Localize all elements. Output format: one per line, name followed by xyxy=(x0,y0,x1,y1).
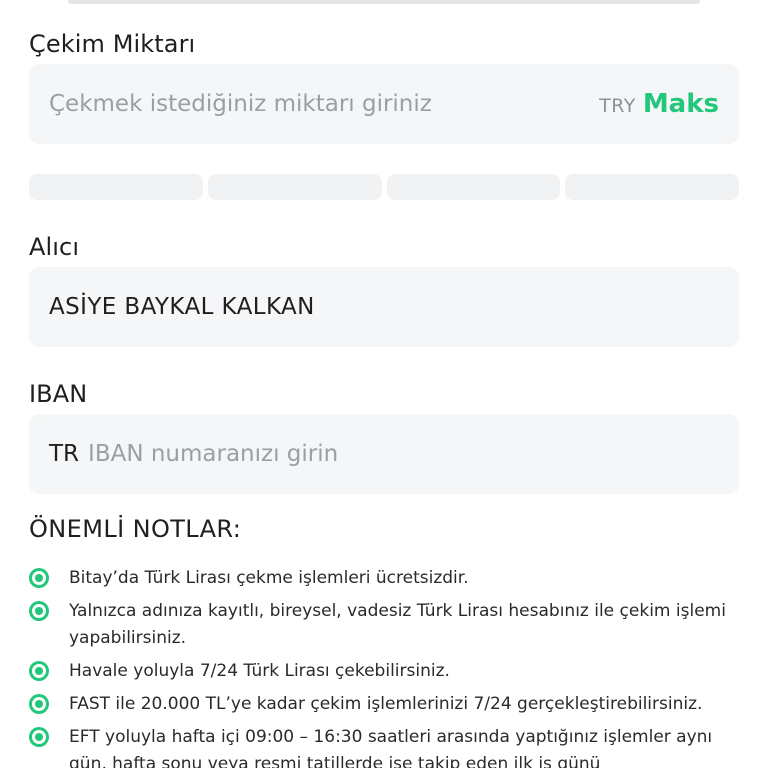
quick-amount-chip[interactable] xyxy=(29,174,203,200)
note-item: FAST ile 20.000 TL’ye kadar çekim işleml… xyxy=(29,691,749,718)
top-divider xyxy=(68,0,700,4)
withdraw-form: Çekim Miktarı TRY Maks Alıcı ASİYE BAYKA… xyxy=(0,0,768,768)
recipient-field: ASİYE BAYKAL KALKAN xyxy=(29,267,739,347)
radio-dot-icon xyxy=(29,661,49,681)
max-amount-button[interactable]: Maks xyxy=(643,89,719,119)
note-item: Yalnızca adınıza kayıtlı, bireysel, vade… xyxy=(29,598,749,652)
note-text: Bitay’da Türk Lirası çekme işlemleri ücr… xyxy=(69,568,469,588)
amount-label: Çekim Miktarı xyxy=(29,30,196,58)
notes-title: ÖNEMLİ NOTLAR: xyxy=(29,515,242,543)
quick-amount-chips xyxy=(29,174,739,200)
note-text: EFT yoluyla hafta içi 09:00 – 16:30 saat… xyxy=(69,727,713,768)
note-item: Bitay’da Türk Lirası çekme işlemleri ücr… xyxy=(29,565,749,592)
radio-dot-icon xyxy=(29,601,49,621)
notes-list: Bitay’da Türk Lirası çekme işlemleri ücr… xyxy=(29,565,749,768)
note-text: Havale yoluyla 7/24 Türk Lirası çekebili… xyxy=(69,661,450,681)
iban-input[interactable] xyxy=(88,434,719,474)
iban-field[interactable]: TR xyxy=(29,414,739,494)
amount-field[interactable]: TRY Maks xyxy=(29,64,739,144)
iban-country-prefix: TR xyxy=(49,441,80,467)
recipient-name: ASİYE BAYKAL KALKAN xyxy=(49,294,315,320)
quick-amount-chip[interactable] xyxy=(565,174,739,200)
radio-dot-icon xyxy=(29,727,49,747)
amount-input[interactable] xyxy=(49,84,600,124)
note-item: Havale yoluyla 7/24 Türk Lirası çekebili… xyxy=(29,658,749,685)
recipient-label: Alıcı xyxy=(29,233,80,261)
note-text: FAST ile 20.000 TL’ye kadar çekim işleml… xyxy=(69,694,703,714)
currency-label: TRY xyxy=(599,95,636,117)
note-item: EFT yoluyla hafta içi 09:00 – 16:30 saat… xyxy=(29,724,749,768)
quick-amount-chip[interactable] xyxy=(207,174,382,200)
radio-dot-icon xyxy=(29,568,49,588)
quick-amount-chip[interactable] xyxy=(386,174,561,200)
radio-dot-icon xyxy=(29,694,49,714)
iban-label: IBAN xyxy=(29,380,88,408)
note-text: Yalnızca adınıza kayıtlı, bireysel, vade… xyxy=(69,601,726,648)
